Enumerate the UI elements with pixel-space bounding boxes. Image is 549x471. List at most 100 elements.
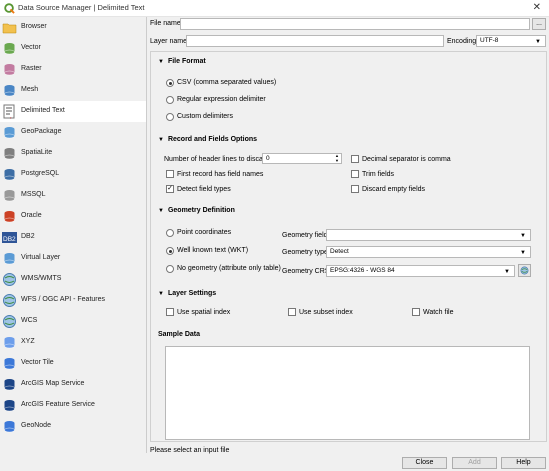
sidebar-item-oracle[interactable]: Oracle bbox=[0, 206, 146, 227]
spatial-index-label: Use spatial index bbox=[177, 309, 231, 316]
globe-icon bbox=[2, 272, 17, 287]
help-button[interactable]: Help bbox=[501, 457, 546, 469]
sidebar-item-db2[interactable]: DB2 DB2 bbox=[0, 227, 146, 248]
sidebar-item-label: Vector bbox=[21, 44, 41, 51]
point-coordinates-label: Point coordinates bbox=[177, 229, 232, 236]
geometry-type-value: Detect bbox=[330, 248, 349, 255]
sidebar-item-label: MSSQL bbox=[21, 191, 46, 198]
globe-icon bbox=[2, 314, 17, 329]
sidebar-item-label: Oracle bbox=[21, 212, 42, 219]
sidebar-item-label: Browser bbox=[21, 23, 47, 30]
encoding-value: UTF-8 bbox=[480, 37, 499, 44]
sidebar-item-postgresql[interactable]: PostgreSQL bbox=[0, 164, 146, 185]
sidebar-item-label: DB2 bbox=[21, 233, 35, 240]
close-icon[interactable]: ✕ bbox=[533, 2, 541, 13]
sidebar-item-spatialite[interactable]: SpatiaLite bbox=[0, 143, 146, 164]
mesh-icon bbox=[2, 83, 17, 98]
postgresql-icon bbox=[2, 167, 17, 182]
sidebar-item-arcgis-map-service[interactable]: ArcGIS Map Service bbox=[0, 374, 146, 395]
folder-icon bbox=[2, 20, 17, 35]
watch-file-checkbox[interactable] bbox=[412, 308, 420, 316]
geopackage-icon bbox=[2, 125, 17, 140]
sidebar-item-xyz[interactable]: XYZ bbox=[0, 332, 146, 353]
discard-empty-checkbox[interactable] bbox=[351, 185, 359, 193]
sidebar-item-browser[interactable]: Browser bbox=[0, 17, 146, 38]
file-name-label: File name bbox=[150, 20, 181, 27]
sidebar-item-vector-tile[interactable]: Vector Tile bbox=[0, 353, 146, 374]
subset-index-checkbox[interactable] bbox=[288, 308, 296, 316]
chevron-down-icon: ▼ bbox=[520, 250, 526, 256]
sidebar-item-mesh[interactable]: Mesh bbox=[0, 80, 146, 101]
regex-radio[interactable] bbox=[166, 96, 174, 104]
custom-delimiters-label: Custom delimiters bbox=[177, 113, 234, 120]
crs-globe-icon bbox=[520, 266, 529, 275]
detect-types-checkbox[interactable]: ✓ bbox=[166, 185, 174, 193]
no-geometry-label: No geometry (attribute only table) bbox=[177, 265, 281, 272]
sidebar-item-delimited-text[interactable]: , Delimited Text bbox=[0, 101, 146, 122]
sidebar-item-label: GeoPackage bbox=[21, 128, 62, 135]
watch-file-label: Watch file bbox=[423, 309, 454, 316]
sidebar-item-label: ArcGIS Map Service bbox=[21, 380, 85, 387]
crs-select[interactable]: EPSG:4326 - WGS 84 ▼ bbox=[326, 265, 515, 277]
geometry-crs-label: Geometry CRS bbox=[282, 268, 330, 275]
sidebar-item-geopackage[interactable]: GeoPackage bbox=[0, 122, 146, 143]
header-lines-spinbox[interactable]: 0 ▲ ▼ bbox=[262, 153, 342, 164]
point-coordinates-radio[interactable] bbox=[166, 229, 174, 237]
collapse-arrow-icon: ▼ bbox=[158, 208, 164, 214]
sidebar-item-wms-wmts[interactable]: WMS/WMTS bbox=[0, 269, 146, 290]
qgis-logo-icon bbox=[4, 3, 15, 14]
sidebar-item-label: Virtual Layer bbox=[21, 254, 61, 261]
decimal-comma-label: Decimal separator is comma bbox=[362, 156, 451, 163]
sidebar-item-geonode[interactable]: GeoNode bbox=[0, 416, 146, 437]
layer-name-label: Layer name bbox=[150, 38, 187, 45]
sidebar-item-mssql[interactable]: MSSQL bbox=[0, 185, 146, 206]
file-format-header[interactable]: ▼ File Format bbox=[158, 58, 206, 65]
sidebar-item-label: Raster bbox=[21, 65, 42, 72]
spin-arrows-icon[interactable]: ▲ ▼ bbox=[335, 153, 339, 163]
geometry-type-select[interactable]: Detect ▼ bbox=[326, 246, 531, 258]
header-lines-label: Number of header lines to discard bbox=[164, 156, 270, 163]
add-button[interactable]: Add bbox=[452, 457, 497, 469]
first-record-checkbox[interactable] bbox=[166, 170, 174, 178]
sidebar-item-arcgis-feature-service[interactable]: ArcGIS Feature Service bbox=[0, 395, 146, 416]
crs-selector-button[interactable] bbox=[518, 264, 531, 277]
sidebar-item-label: WFS / OGC API - Features bbox=[21, 296, 106, 303]
vector-tile-icon bbox=[2, 356, 17, 371]
geometry-header[interactable]: ▼ Geometry Definition bbox=[158, 207, 235, 214]
custom-delimiters-radio[interactable] bbox=[166, 113, 174, 121]
sidebar-item-wfs-ogc-api-features[interactable]: WFS / OGC API - Features bbox=[0, 290, 146, 311]
detect-types-label: Detect field types bbox=[177, 186, 231, 193]
crs-value: EPSG:4326 - WGS 84 bbox=[330, 267, 395, 274]
spatial-index-checkbox[interactable] bbox=[166, 308, 174, 316]
sidebar-item-label: XYZ bbox=[21, 338, 35, 345]
geometry-type-label: Geometry type bbox=[282, 249, 328, 256]
layer-settings-header[interactable]: ▼ Layer Settings bbox=[158, 290, 216, 297]
file-name-input[interactable] bbox=[180, 18, 530, 30]
close-button[interactable]: Close bbox=[402, 457, 447, 469]
sidebar-item-label: Mesh bbox=[21, 86, 39, 93]
no-geometry-radio[interactable] bbox=[166, 265, 174, 273]
sidebar-item-vector[interactable]: Vector bbox=[0, 38, 146, 59]
sample-data-table[interactable] bbox=[165, 346, 530, 440]
record-options-header[interactable]: ▼ Record and Fields Options bbox=[158, 136, 257, 143]
geonode-icon bbox=[2, 419, 17, 434]
layer-name-input[interactable] bbox=[186, 35, 444, 47]
sidebar-item-wcs[interactable]: WCS bbox=[0, 311, 146, 332]
csv-radio[interactable] bbox=[166, 79, 174, 87]
sidebar-item-raster[interactable]: Raster bbox=[0, 59, 146, 80]
sidebar-item-virtual-layer[interactable]: Virtual Layer bbox=[0, 248, 146, 269]
arcgis-icon bbox=[2, 398, 17, 413]
geometry-field-select[interactable]: ▼ bbox=[326, 229, 531, 241]
sidebar-item-label: Delimited Text bbox=[21, 107, 65, 114]
collapse-arrow-icon: ▼ bbox=[158, 59, 164, 65]
encoding-select[interactable]: UTF-8 ▼ bbox=[476, 35, 546, 47]
wkt-radio[interactable] bbox=[166, 247, 174, 255]
browse-button[interactable]: ... bbox=[532, 18, 546, 30]
geometry-field-label: Geometry field bbox=[282, 232, 328, 239]
sidebar-item-label: Vector Tile bbox=[21, 359, 54, 366]
regex-radio-label: Regular expression delimiter bbox=[177, 96, 266, 103]
trim-fields-checkbox[interactable] bbox=[351, 170, 359, 178]
sample-data-title: Sample Data bbox=[158, 331, 201, 338]
decimal-comma-checkbox[interactable] bbox=[351, 155, 359, 163]
svg-text:DB2: DB2 bbox=[3, 236, 16, 243]
